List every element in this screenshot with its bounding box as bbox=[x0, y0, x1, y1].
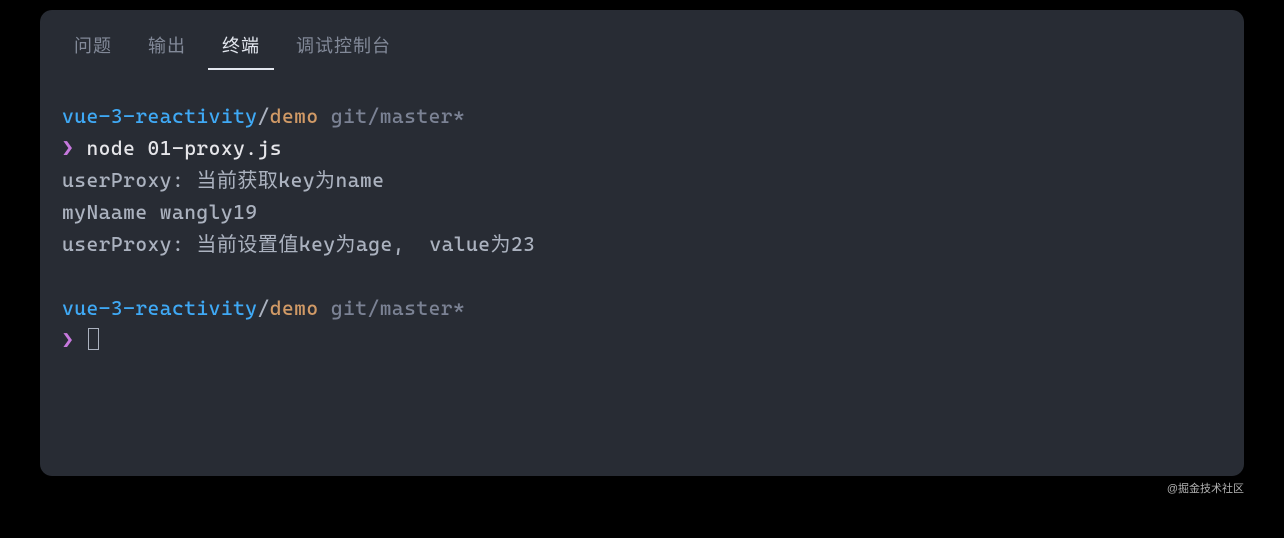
terminal-panel: 问题 输出 终端 调试控制台 vue-3-reactivity/demo git… bbox=[40, 10, 1244, 476]
watermark-text: @掘金技术社区 bbox=[1167, 480, 1244, 496]
output-line-3: userProxy: 当前设置值key为age, value为23 bbox=[62, 228, 1222, 260]
path-slash: / bbox=[258, 104, 270, 128]
git-branch: git/master* bbox=[319, 296, 466, 320]
tab-debug-console[interactable]: 调试控制台 bbox=[282, 26, 405, 70]
panel-tabs: 问题 输出 终端 调试控制台 bbox=[40, 18, 1244, 70]
prompt-symbol: ❯ bbox=[62, 328, 74, 352]
prompt-path-line: vue-3-reactivity/demo git/master* bbox=[62, 100, 1222, 132]
repo-name: vue-3-reactivity bbox=[62, 104, 258, 128]
dir-name: demo bbox=[270, 104, 319, 128]
tab-output[interactable]: 输出 bbox=[134, 26, 200, 70]
tab-terminal[interactable]: 终端 bbox=[208, 26, 274, 70]
dir-name: demo bbox=[270, 296, 319, 320]
blank-line bbox=[62, 260, 1222, 292]
command-line: ❯ node 01-proxy.js bbox=[62, 132, 1222, 164]
prompt-line-2: ❯ bbox=[62, 324, 1222, 356]
output-line-1: userProxy: 当前获取key为name bbox=[62, 164, 1222, 196]
prompt-symbol: ❯ bbox=[62, 136, 74, 160]
output-line-2: myNaame wangly19 bbox=[62, 196, 1222, 228]
terminal-content[interactable]: vue-3-reactivity/demo git/master* ❯ node… bbox=[40, 70, 1244, 372]
repo-name: vue-3-reactivity bbox=[62, 296, 258, 320]
prompt-path-line-2: vue-3-reactivity/demo git/master* bbox=[62, 292, 1222, 324]
cursor-icon bbox=[88, 328, 99, 350]
tab-problems[interactable]: 问题 bbox=[60, 26, 126, 70]
command-text: node 01-proxy.js bbox=[74, 136, 282, 160]
path-slash: / bbox=[258, 296, 270, 320]
git-branch: git/master* bbox=[319, 104, 466, 128]
